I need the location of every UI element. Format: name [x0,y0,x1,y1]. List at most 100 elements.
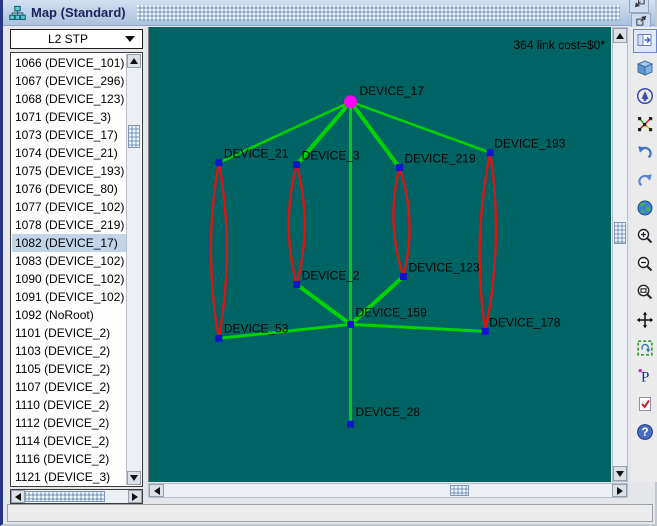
device-node[interactable] [347,421,354,428]
list-item[interactable]: 1066 (DEVICE_101) [12,54,126,72]
overview-button[interactable] [633,85,657,109]
list-item[interactable]: 1092 (NoRoot) [12,306,126,324]
toggle-panel-button[interactable] [633,29,657,53]
device-node[interactable] [396,164,403,171]
list-item[interactable]: 1068 (DEVICE_123) [12,90,126,108]
list-scroll-right-button[interactable] [128,490,142,503]
toolbar: P? [631,27,657,482]
network-map-icon [9,5,26,21]
document-check-icon [636,395,654,416]
node-label: DEVICE_53 [224,321,289,335]
device-node[interactable] [347,321,354,328]
list-item[interactable]: 1078 (DEVICE_219) [12,216,126,234]
print-button[interactable]: P [633,365,657,389]
map-hscroll-thumb[interactable] [450,485,469,496]
topology-svg[interactable]: 364 link cost=$0* DEVICE_17DEVICE_21DEVI… [149,27,611,482]
package-view-button[interactable] [633,57,657,81]
window-titlebar[interactable]: Map (Standard) [3,0,655,26]
list-item[interactable]: 1071 (DEVICE_3) [12,108,126,126]
help-button[interactable]: ? [633,421,657,445]
list-item[interactable]: 1116 (DEVICE_2) [12,450,126,468]
root-node[interactable] [344,95,357,108]
link-forwarding[interactable] [297,284,351,324]
link-blocked[interactable] [219,163,227,339]
restore-down-icon [633,0,646,12]
map-horizontal-scrollbar[interactable] [148,483,628,498]
list-item[interactable]: 1074 (DEVICE_21) [12,144,126,162]
zoom-out-button[interactable] [633,253,657,277]
link-blocked[interactable] [289,165,297,285]
device-node[interactable] [400,273,407,280]
list-item[interactable]: 1112 (DEVICE_2) [12,414,126,432]
list-item[interactable]: 1114 (DEVICE_2) [12,432,126,450]
list-item[interactable]: 1073 (DEVICE_17) [12,126,126,144]
validate-button[interactable] [633,393,657,417]
device-node[interactable] [482,328,489,335]
link-blocked[interactable] [485,153,496,332]
list-hscroll-thumb[interactable] [25,491,105,502]
svg-text:P: P [641,369,649,385]
relayout-button[interactable] [633,113,657,137]
minimize-button[interactable] [629,0,649,13]
list-item[interactable]: 1090 (DEVICE_102) [12,270,126,288]
list-item[interactable]: 1105 (DEVICE_2) [12,360,126,378]
node-label: DEVICE_17 [360,84,425,98]
right-arrow-icon [617,487,623,495]
map-vertical-scrollbar[interactable] [612,27,628,482]
list-item[interactable]: 1107 (DEVICE_2) [12,378,126,396]
list-scroll-up-button[interactable] [127,54,141,68]
select-region-button[interactable] [633,337,657,361]
up-arrow-icon [616,33,624,39]
list-scroll-left-button[interactable] [11,490,25,503]
device-node[interactable] [487,149,494,156]
list-item[interactable]: 1076 (DEVICE_80) [12,180,126,198]
device-node[interactable] [293,281,300,288]
list-item[interactable]: 1110 (DEVICE_2) [12,396,126,414]
list-item[interactable]: 1075 (DEVICE_193) [12,162,126,180]
device-node[interactable] [215,335,222,342]
list-item[interactable]: 1103 (DEVICE_2) [12,342,126,360]
list-item[interactable]: 1077 (DEVICE_102) [12,198,126,216]
map-scroll-up-button[interactable] [613,28,627,43]
link-blocked[interactable] [393,168,403,277]
link-blocked[interactable] [211,163,219,339]
left-arrow-icon [154,487,160,495]
device-node[interactable] [215,159,222,166]
link-blocked[interactable] [480,153,491,332]
chevron-down-icon [125,36,135,42]
map-vscroll-thumb[interactable] [614,222,626,244]
list-scroll-down-button[interactable] [127,471,141,485]
list-item[interactable]: 1082 (DEVICE_17) [12,234,126,252]
list-horizontal-scrollbar[interactable] [10,489,143,504]
list-item[interactable]: 1101 (DEVICE_2) [12,324,126,342]
node-label: DEVICE_193 [494,137,566,151]
undo-button[interactable] [633,141,657,165]
svg-text:?: ? [641,427,648,439]
redo-button[interactable] [633,169,657,193]
list-vscroll-thumb[interactable] [128,125,140,148]
link-blocked[interactable] [297,165,305,285]
list-item[interactable]: 1091 (DEVICE_102) [12,288,126,306]
map-scroll-down-button[interactable] [613,466,627,481]
list-item[interactable]: 1067 (DEVICE_296) [12,72,126,90]
titlebar-texture [137,5,620,21]
world-view-button[interactable] [633,197,657,221]
zoom-in-button[interactable] [633,225,657,249]
panel-expand-icon [636,31,654,52]
globe-icon [636,199,654,220]
map-scroll-left-button[interactable] [149,484,164,497]
map-canvas[interactable]: 364 link cost=$0* DEVICE_17DEVICE_21DEVI… [148,27,611,482]
device-node[interactable] [293,161,300,168]
window-buttons [629,0,651,31]
list-item[interactable]: 1121 (DEVICE_3) [12,468,126,485]
link-forwarding[interactable] [351,324,486,331]
map-type-select[interactable]: L2 STP [10,29,143,49]
map-scroll-right-button[interactable] [612,484,627,497]
zoom-area-button[interactable] [633,281,657,305]
down-arrow-icon [616,471,624,477]
list-item[interactable]: 1083 (DEVICE_102) [12,252,126,270]
help-icon: ? [636,423,654,444]
pan-button[interactable] [633,309,657,333]
list-vertical-scrollbar[interactable] [126,54,141,485]
window-title: Map (Standard) [31,5,132,20]
